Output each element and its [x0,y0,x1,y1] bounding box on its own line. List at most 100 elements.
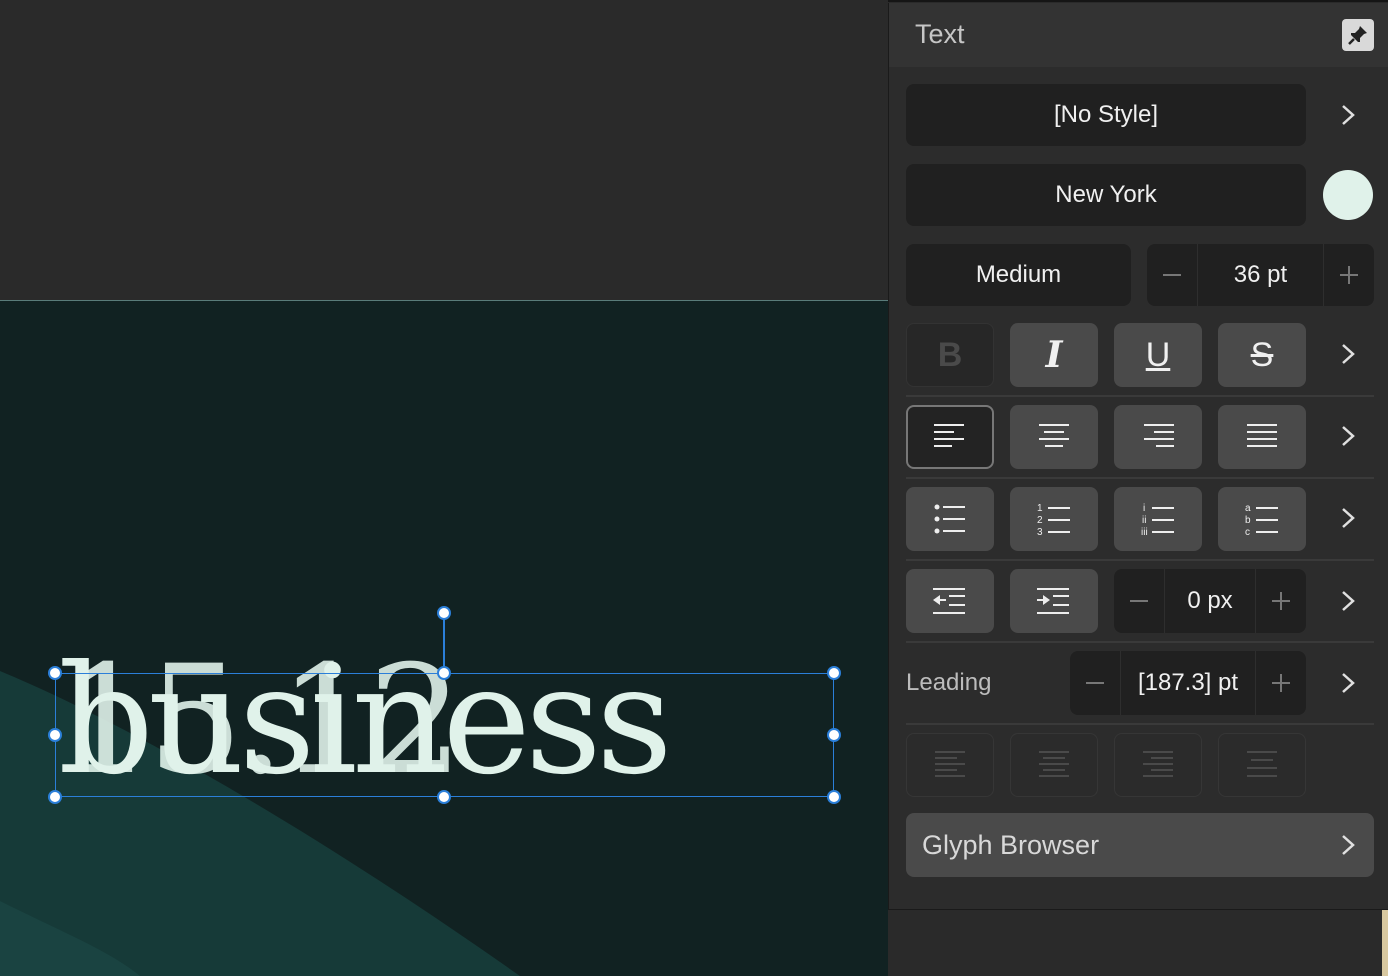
text-selection-frame[interactable] [55,673,834,797]
divider [906,641,1374,643]
align-center-icon [1039,424,1069,447]
align-right-icon [1144,424,1174,447]
alpha-list-button[interactable]: a b c [1218,487,1306,551]
indent-more-chevron-icon[interactable] [1338,589,1358,613]
plus-icon [1340,266,1358,284]
align-justify-button[interactable] [1218,405,1306,469]
baseline-grid-button [906,733,994,797]
panel-header: Text [889,3,1388,67]
leading-more-chevron-icon[interactable] [1338,671,1358,695]
font-size-increase-button[interactable] [1324,244,1374,306]
underline-button[interactable]: U [1114,323,1202,387]
leading-stepper[interactable]: [187.3] pt [1070,651,1306,715]
divider [906,395,1374,397]
para-align-icon [935,751,965,777]
bold-button[interactable]: B [906,323,994,387]
lists-more-chevron-icon[interactable] [1338,506,1358,530]
svg-text:b: b [1245,515,1251,526]
numbered-list-button[interactable]: 1 2 3 [1010,487,1098,551]
para-align-top-button [1218,733,1306,797]
svg-text:i: i [1143,503,1145,514]
indent-icon [1037,588,1069,614]
decrease-indent-button[interactable] [906,569,994,633]
indent-value[interactable]: 0 px [1164,569,1256,633]
underline-icon: U [1145,335,1171,374]
font-size-decrease-button[interactable] [1147,244,1197,306]
italic-icon: I [1045,334,1063,376]
glyph-browser-chevron-icon [1338,833,1358,857]
font-weight-select[interactable]: Medium [906,244,1131,306]
canvas-pasteboard[interactable] [0,0,888,301]
divider [906,559,1374,561]
align-center-button[interactable] [1010,405,1098,469]
background-window-edge [1382,910,1388,976]
roman-list-button[interactable]: i ii iii [1114,487,1202,551]
glyph-browser-label: Glyph Browser [922,830,1100,860]
outdent-icon [933,588,965,614]
text-panel: Text [No Style] New York Medium 36 pt B … [888,3,1388,910]
increase-indent-button[interactable] [1010,569,1098,633]
italic-button[interactable]: I [1010,323,1098,387]
para-align-center-button [1010,733,1098,797]
bullet-list-button[interactable] [906,487,994,551]
align-left-icon [934,424,964,447]
font-size-value[interactable]: 36 pt [1197,244,1324,306]
resize-handle-top[interactable] [437,666,451,680]
svg-text:1: 1 [1037,503,1043,514]
minus-icon [1163,274,1181,276]
resize-handle-bottom-right[interactable] [827,790,841,804]
bold-icon: B [937,335,963,374]
font-size-stepper[interactable]: 36 pt [1147,244,1374,306]
divider [906,723,1374,725]
resize-handle-bottom-left[interactable] [48,790,62,804]
plus-icon [1272,592,1290,610]
glyph-browser-button[interactable]: Glyph Browser [906,813,1374,877]
resize-handle-bottom[interactable] [437,790,451,804]
leading-value[interactable]: [187.3] pt [1120,651,1256,715]
para-align-right-icon [1143,751,1173,777]
para-align-right-button [1114,733,1202,797]
minus-icon [1086,682,1104,684]
leading-decrease-button[interactable] [1070,651,1120,715]
svg-text:a: a [1245,503,1251,514]
styles-more-chevron-icon[interactable] [1338,342,1358,366]
resize-handle-top-right[interactable] [827,666,841,680]
para-align-top-icon [1247,751,1277,777]
alignment-more-chevron-icon[interactable] [1338,424,1358,448]
pin-button[interactable] [1342,19,1374,51]
font-family-select[interactable]: New York [906,164,1306,226]
rotation-handle-line [443,619,445,673]
resize-handle-top-left[interactable] [48,666,62,680]
strikethrough-button[interactable]: S [1218,323,1306,387]
leading-label: Leading [906,669,992,696]
font-weight-value: Medium [975,261,1062,288]
font-family-value: New York [1055,181,1157,208]
bullet-list-icon [934,504,965,534]
resize-handle-right[interactable] [827,728,841,742]
divider [906,477,1374,479]
font-color-well[interactable] [1323,170,1373,220]
paragraph-style-select[interactable]: [No Style] [906,84,1306,146]
align-left-button[interactable] [906,405,994,469]
alpha-list-icon: a b c [1245,503,1278,536]
svg-text:2: 2 [1037,515,1043,526]
rotation-handle[interactable] [437,606,451,620]
panel-title: Text [915,19,965,49]
indent-stepper[interactable]: 0 px [1114,569,1306,633]
leading-increase-button[interactable] [1256,651,1306,715]
svg-text:c: c [1245,527,1250,536]
paragraph-style-value: [No Style] [1053,101,1159,128]
align-right-button[interactable] [1114,405,1202,469]
style-more-chevron-icon[interactable] [1338,103,1358,127]
app-window: 15.12 business Text [No Style] New York … [0,0,1388,976]
resize-handle-left[interactable] [48,728,62,742]
plus-icon [1272,674,1290,692]
roman-list-icon: i ii iii [1141,503,1174,536]
para-align-center-icon [1039,751,1069,777]
pin-icon [1348,26,1367,45]
align-justify-icon [1247,424,1277,447]
indent-increase-button[interactable] [1256,569,1306,633]
svg-text:iii: iii [1141,527,1148,536]
svg-text:3: 3 [1037,527,1043,536]
indent-decrease-button[interactable] [1114,569,1164,633]
